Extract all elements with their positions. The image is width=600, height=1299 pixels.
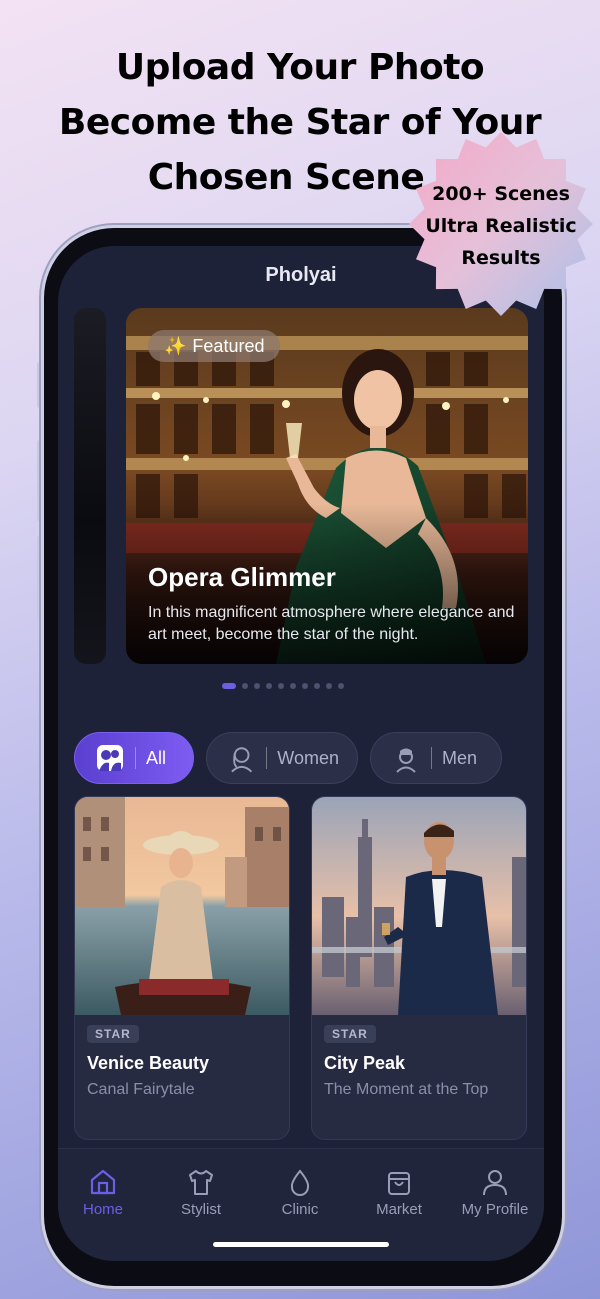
category-filters: All Women Men (74, 732, 502, 784)
featured-scene-title: Opera Glimmer (148, 562, 336, 592)
user-icon (483, 1170, 507, 1196)
tab-market-label: Market (376, 1201, 422, 1218)
tab-stylist-label: Stylist (180, 1201, 221, 1218)
carousel-dot[interactable] (278, 683, 284, 689)
featured-badge-label: Featured (192, 336, 265, 356)
venice-scene-image (75, 797, 289, 1015)
featured-scene-description: In this magnificent atmosphere where ele… (148, 604, 515, 643)
chip-divider (266, 747, 268, 769)
star-tag: STAR (87, 1025, 139, 1043)
carousel-dot[interactable] (302, 683, 308, 689)
previous-slide-peek[interactable] (74, 308, 106, 664)
tab-market[interactable]: Market (350, 1167, 448, 1218)
tab-stylist[interactable]: Stylist (152, 1167, 250, 1218)
chip-divider (135, 747, 136, 769)
carousel-dot[interactable] (290, 683, 296, 689)
filter-all-label: All (146, 747, 167, 768)
scene-card-city-peak[interactable]: STAR City Peak The Moment at the Top (311, 796, 527, 1140)
tab-home-label: Home (82, 1201, 123, 1218)
carousel-dot[interactable] (314, 683, 320, 689)
badge-line-3: Results (461, 247, 541, 269)
filter-men-label: Men (442, 747, 478, 768)
carousel-dot[interactable] (254, 683, 260, 689)
carousel-dot[interactable] (326, 683, 332, 689)
scene-card-subtitle: The Moment at the Top (324, 1081, 489, 1098)
star-tag: STAR (324, 1025, 376, 1043)
carousel-dot[interactable] (338, 683, 344, 689)
home-indicator (213, 1242, 389, 1247)
carousel-dot[interactable] (242, 683, 248, 689)
scene-card-title: City Peak (324, 1053, 406, 1073)
tab-home[interactable]: Home (58, 1167, 152, 1218)
filter-men[interactable]: Men (370, 732, 502, 784)
tshirt-icon (189, 1170, 213, 1195)
couple-silhouette-icon (97, 745, 123, 771)
man-silhouette-icon (396, 748, 416, 773)
chip-divider (431, 747, 432, 769)
scene-card-title: Venice Beauty (87, 1053, 210, 1073)
filter-all[interactable]: All (74, 732, 194, 784)
carousel-dot[interactable] (222, 683, 236, 689)
home-icon (90, 1169, 116, 1195)
shopping-bag-icon (388, 1172, 410, 1195)
featured-badge: ✨ Featured (148, 330, 281, 362)
scene-card-subtitle: Canal Fairytale (87, 1081, 195, 1098)
phone-volume-down-button (37, 536, 42, 618)
tab-my-profile[interactable]: My Profile (446, 1167, 544, 1218)
sparkles-icon: ✨ (164, 336, 187, 356)
phone-volume-up-button (37, 440, 42, 522)
carousel-pagination (222, 683, 344, 689)
woman-silhouette-icon (231, 747, 253, 773)
headline-line-1: Upload Your Photo (115, 47, 485, 88)
tab-clinic[interactable]: Clinic (251, 1167, 349, 1218)
droplet-icon (290, 1169, 310, 1196)
filter-women[interactable]: Women (206, 732, 358, 784)
tab-clinic-label: Clinic (281, 1201, 319, 1218)
filter-women-label: Women (277, 747, 339, 768)
featured-scene-card[interactable]: ✨ Featured Opera Glimmer In this magnifi… (126, 308, 528, 664)
tab-my-profile-label: My Profile (461, 1201, 529, 1218)
promo-badge-text: 200+ Scenes Ultra Realistic Results (405, 178, 597, 274)
badge-line-2: Ultra Realistic (425, 215, 577, 237)
scene-card-venice-beauty[interactable]: STAR Venice Beauty Canal Fairytale (74, 796, 290, 1140)
carousel-dot[interactable] (266, 683, 272, 689)
badge-line-1: 200+ Scenes (432, 183, 570, 205)
city-peak-scene-image (312, 797, 526, 1015)
app-screen: Pholyai ✨ Featured Opera Glimmer In this… (58, 246, 544, 1261)
phone-silent-switch (37, 362, 42, 408)
promo-badge: 200+ Scenes Ultra Realistic Results (405, 128, 597, 320)
